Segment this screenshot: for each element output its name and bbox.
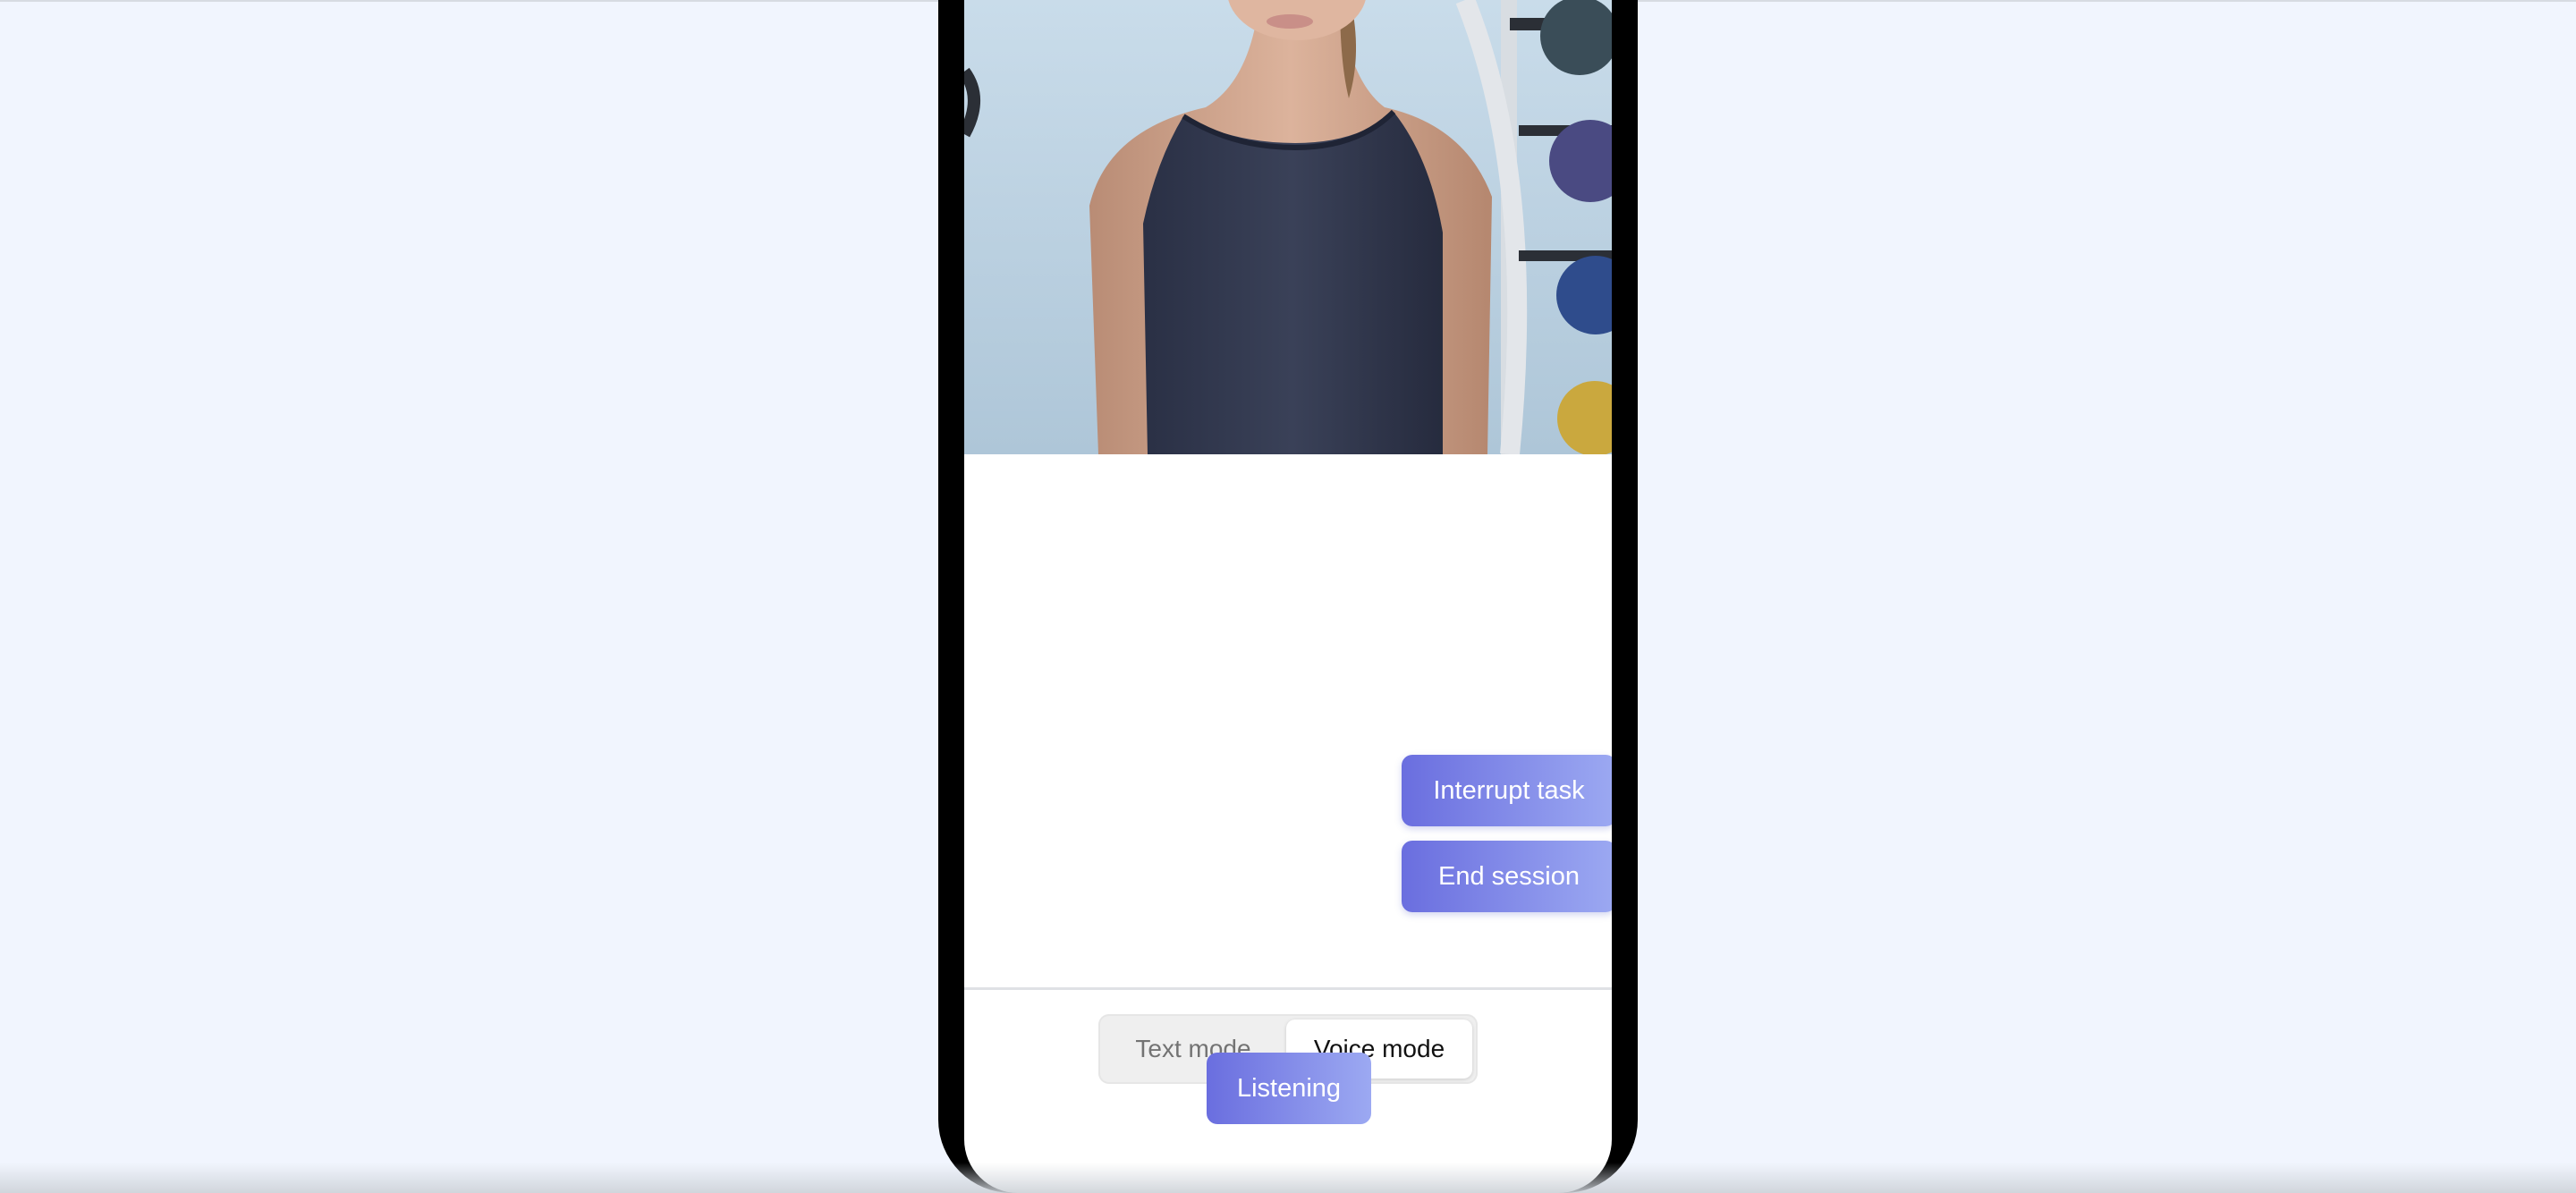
phone-screen: Interrupt task End session Text mode Voi… <box>964 0 1612 1193</box>
divider <box>964 987 1612 990</box>
phone-frame: Interrupt task End session Text mode Voi… <box>938 0 1638 1193</box>
page-bottom-shadow <box>0 1163 2576 1193</box>
end-session-button[interactable]: End session <box>1402 841 1612 912</box>
interrupt-task-button[interactable]: Interrupt task <box>1402 755 1612 826</box>
avatar-image <box>964 0 1612 454</box>
listening-button[interactable]: Listening <box>1207 1053 1371 1124</box>
avatar-video-feed <box>964 0 1612 454</box>
